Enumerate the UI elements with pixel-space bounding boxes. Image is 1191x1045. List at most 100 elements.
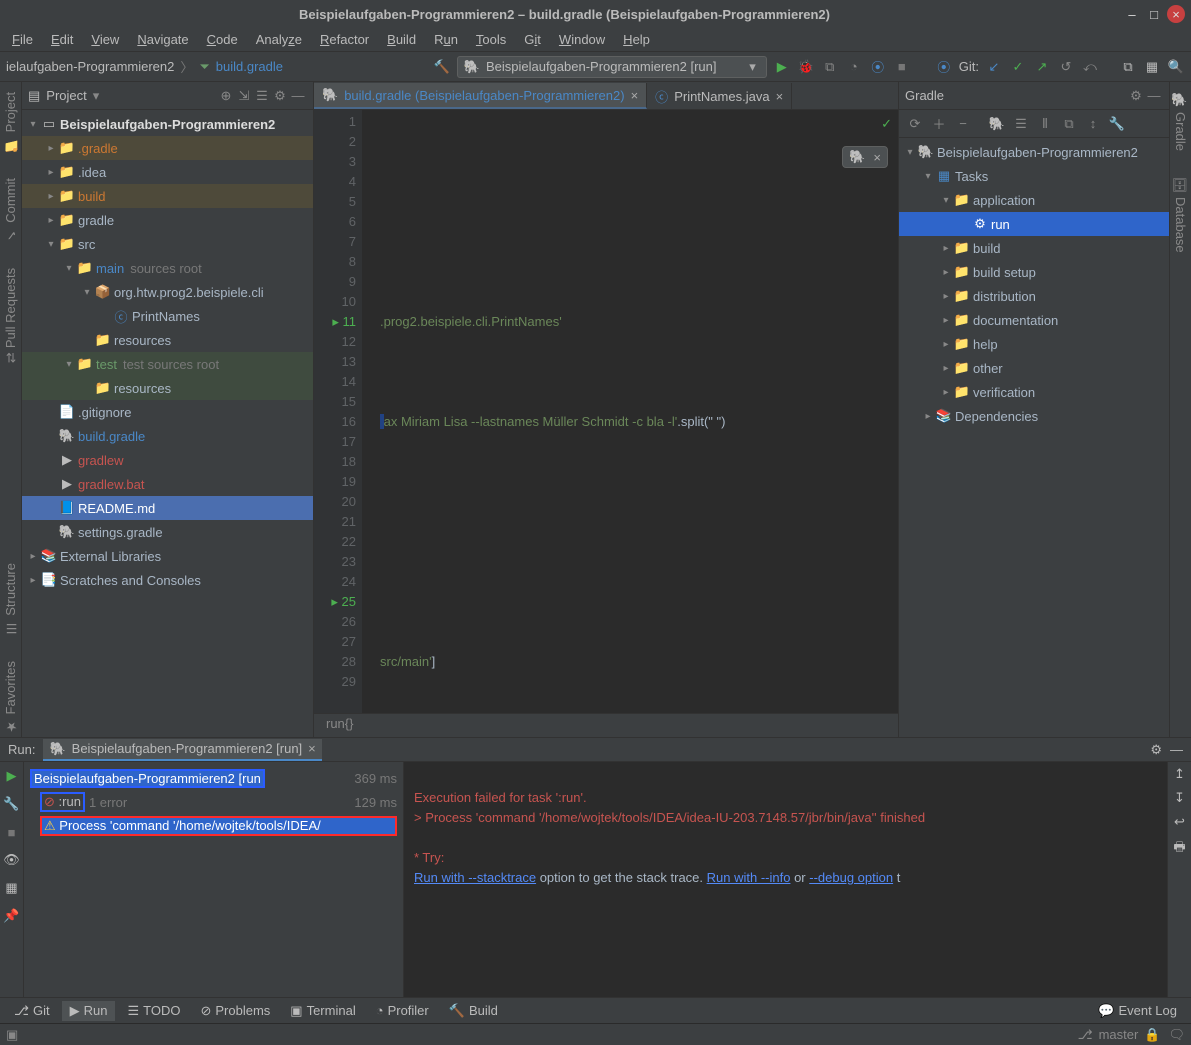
git-push-icon[interactable]: ↗ xyxy=(1033,58,1051,76)
editor-tab-buildgradle[interactable]: 🐘 build.gradle (Beispielaufgaben-Program… xyxy=(314,83,647,109)
tree-scratch[interactable]: ▸📑Scratches and Consoles xyxy=(22,568,313,592)
stop-icon[interactable]: ■ xyxy=(893,58,911,76)
status-terminal[interactable]: ▣ Terminal xyxy=(282,1001,363,1021)
tree-test-resources[interactable]: 📁resources xyxy=(22,376,313,400)
coverage-icon[interactable]: ⧉ xyxy=(821,58,839,76)
menu-edit[interactable]: Edit xyxy=(43,30,81,49)
settings-icon[interactable]: ⚙ xyxy=(1150,742,1162,758)
gradle-build[interactable]: ▸📁build xyxy=(899,236,1169,260)
branch-label[interactable]: master xyxy=(1099,1027,1139,1042)
menu-code[interactable]: Code xyxy=(199,30,246,49)
find-icon[interactable]: 🔍 xyxy=(1167,58,1185,76)
project-status-icon[interactable]: ▣ xyxy=(6,1027,18,1043)
menu-window[interactable]: Window xyxy=(551,30,613,49)
gradle-root[interactable]: ▾🐘Beispielaufgaben-Programmieren2 xyxy=(899,140,1169,164)
gradle-sync-icon[interactable]: 🐘 xyxy=(849,149,865,165)
filter-icon[interactable]: 👁 xyxy=(2,850,22,870)
menu-git[interactable]: Git xyxy=(516,30,549,49)
sidetab-pull-requests[interactable]: ⇄ Pull Requests xyxy=(3,264,18,367)
minimize-button[interactable]: ‒ xyxy=(1123,5,1141,23)
close-icon[interactable]: × xyxy=(631,88,639,103)
breadcrumb-root[interactable]: ielaufgaben-Programmieren2 xyxy=(6,59,174,74)
hide-icon[interactable]: — xyxy=(1170,742,1183,757)
gradle-tasks[interactable]: ▾▦Tasks xyxy=(899,164,1169,188)
gradle-buildsetup[interactable]: ▸📁build setup xyxy=(899,260,1169,284)
tree-gradle2-dir[interactable]: ▸📁gradle xyxy=(22,208,313,232)
run-config-select[interactable]: 🐘 Beispielaufgaben-Programmieren2 [run] … xyxy=(457,56,767,78)
chevron-down-icon[interactable]: ▾ xyxy=(93,88,100,104)
sidetab-gradle[interactable]: 🐘 Gradle xyxy=(1173,88,1188,155)
add-icon[interactable]: ＋ xyxy=(929,114,949,134)
tree-printnames[interactable]: ⓒPrintNames xyxy=(22,304,313,328)
menu-view[interactable]: View xyxy=(83,30,127,49)
close-icon[interactable]: × xyxy=(873,150,881,165)
tree-package[interactable]: ▾📦org.htw.prog2.beispiele.cli xyxy=(22,280,313,304)
gradle-documentation[interactable]: ▸📁documentation xyxy=(899,308,1169,332)
ide-settings-icon[interactable]: ⧉ xyxy=(1119,58,1137,76)
tree-gitignore[interactable]: 📄.gitignore xyxy=(22,400,313,424)
gradle-run[interactable]: ⚙run xyxy=(899,212,1169,236)
collapse-icon[interactable]: ☰ xyxy=(253,87,271,105)
search-icon[interactable]: ⦿ xyxy=(935,58,953,76)
gradle-deps[interactable]: ▸📚Dependencies xyxy=(899,404,1169,428)
expand-icon[interactable]: ⇲ xyxy=(235,87,253,105)
notif-icon[interactable]: 🗨 xyxy=(1168,1027,1185,1043)
print-icon[interactable]: 🖶 xyxy=(1173,838,1185,860)
code-area[interactable]: 12345678910 ▸ 11121314151617181920212223… xyxy=(314,110,898,713)
branch-icon[interactable]: ⎇ xyxy=(1078,1027,1093,1043)
tree-readme[interactable]: 📘README.md xyxy=(22,496,313,520)
menu-file[interactable]: File xyxy=(4,30,41,49)
tree-gradlew[interactable]: ▶gradlew xyxy=(22,448,313,472)
sidetab-commit[interactable]: ✓ Commit xyxy=(3,174,18,246)
editor-tab-printnames[interactable]: ⓒ PrintNames.java × xyxy=(647,83,792,109)
tree-build-dir[interactable]: ▸📁build xyxy=(22,184,313,208)
hide-icon[interactable]: — xyxy=(1145,87,1163,105)
tree-resources[interactable]: 📁resources xyxy=(22,328,313,352)
gradle-application[interactable]: ▾📁application xyxy=(899,188,1169,212)
run-tree-root[interactable]: Beispielaufgaben-Programmieren2 [run 369… xyxy=(26,766,401,790)
scroll-down-icon[interactable]: ↧ xyxy=(1174,790,1185,806)
refresh-icon[interactable]: ⟳ xyxy=(905,114,925,134)
tree-main-dir[interactable]: ▾📁mainsources root xyxy=(22,256,313,280)
status-eventlog[interactable]: 💬 Event Log xyxy=(1090,1001,1185,1021)
tree-buildgradle[interactable]: 🐘build.gradle xyxy=(22,424,313,448)
tree-idea-dir[interactable]: ▸📁.idea xyxy=(22,160,313,184)
git-rollback-icon[interactable]: ⤺ xyxy=(1081,58,1099,76)
profiler-icon[interactable]: ◔ xyxy=(845,58,863,76)
code-text[interactable]: .prog2.beispiele.cli.PrintNames' ax Miri… xyxy=(362,110,898,713)
menu-tools[interactable]: Tools xyxy=(468,30,514,49)
ide-settings2-icon[interactable]: ▦ xyxy=(1143,58,1161,76)
status-build[interactable]: 🔨 Build xyxy=(441,1001,506,1021)
menu-analyze[interactable]: Analyze xyxy=(248,30,310,49)
wrench-icon[interactable]: 🔧 xyxy=(2,794,22,814)
wrench-icon[interactable]: 🔧 xyxy=(1107,114,1127,134)
run-tab[interactable]: 🐘 Beispielaufgaben-Programmieren2 [run] … xyxy=(43,739,321,761)
status-git[interactable]: ⎇ Git xyxy=(6,1001,58,1021)
gradle-help[interactable]: ▸📁help xyxy=(899,332,1169,356)
close-icon[interactable]: × xyxy=(776,89,784,104)
rerun-icon[interactable]: ▶ xyxy=(2,766,22,786)
settings-icon[interactable]: ⚙ xyxy=(1127,87,1145,105)
editor-crumb[interactable]: run{} xyxy=(314,713,898,737)
run-tree-error[interactable]: ⚠ Process 'command '/home/wojtek/tools/I… xyxy=(26,814,401,838)
tool1-icon[interactable]: ⧉ xyxy=(1059,114,1079,134)
git-history-icon[interactable]: ↺ xyxy=(1057,58,1075,76)
tree-src-dir[interactable]: ▾📁src xyxy=(22,232,313,256)
run-output[interactable]: Execution failed for task ':run'. > Proc… xyxy=(404,762,1167,997)
menu-navigate[interactable]: Navigate xyxy=(129,30,196,49)
sidetab-database[interactable]: 🗄 Database xyxy=(1173,173,1188,257)
deps-icon[interactable]: ⫴ xyxy=(1035,114,1055,134)
tree-test-dir[interactable]: ▾📁testtest sources root xyxy=(22,352,313,376)
gradle-verification[interactable]: ▸📁verification xyxy=(899,380,1169,404)
run-icon[interactable]: ▶ xyxy=(773,58,791,76)
tree-root[interactable]: ▾▭Beispielaufgaben-Programmieren2 xyxy=(22,112,313,136)
close-button[interactable]: × xyxy=(1167,5,1185,23)
tree-gradlewbat[interactable]: ▶gradlew.bat xyxy=(22,472,313,496)
sidetab-structure[interactable]: ☰ Structure xyxy=(3,559,18,639)
stop-icon[interactable]: ■ xyxy=(2,822,22,842)
menu-help[interactable]: Help xyxy=(615,30,658,49)
status-profiler[interactable]: ◔ Profiler xyxy=(368,1001,437,1020)
menu-build[interactable]: Build xyxy=(379,30,424,49)
sidetab-project[interactable]: 📁 Project xyxy=(3,88,18,156)
tree-settings[interactable]: 🐘settings.gradle xyxy=(22,520,313,544)
